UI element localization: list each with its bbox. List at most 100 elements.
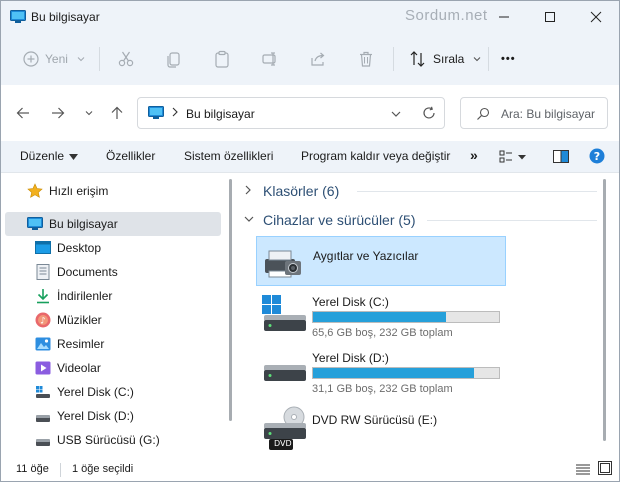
overflow-button[interactable]: » bbox=[470, 147, 478, 163]
drive-icon bbox=[262, 359, 306, 390]
status-separator bbox=[60, 463, 61, 477]
sidebar-item-label: Yerel Disk (C:) bbox=[57, 385, 134, 399]
content-scrollbar[interactable] bbox=[603, 179, 606, 441]
address-bar[interactable]: Bu bilgisayar bbox=[137, 97, 445, 129]
sort-button[interactable]: Sırala bbox=[409, 43, 482, 75]
sidebar-item-downloads[interactable]: İndirilenler bbox=[5, 284, 221, 308]
star-icon bbox=[27, 183, 43, 199]
sidebar-item-desktop[interactable]: Desktop bbox=[5, 236, 221, 260]
windows-drive-icon bbox=[35, 384, 51, 400]
more-icon: ••• bbox=[501, 53, 516, 65]
chevron-down-icon bbox=[243, 214, 257, 227]
sidebar-item-documents[interactable]: Documents bbox=[5, 260, 221, 284]
sidebar-item-quick-access[interactable]: Hızlı erişim bbox=[5, 179, 221, 203]
group-header-folders[interactable]: Klasörler (6) bbox=[243, 179, 597, 203]
sidebar-item-label: Resimler bbox=[57, 337, 105, 351]
caret-down-icon bbox=[69, 154, 79, 160]
devices-printers-icon bbox=[263, 245, 303, 284]
trash-icon bbox=[360, 51, 372, 67]
drive-usage-bar bbox=[312, 367, 500, 379]
music-icon: ♪ bbox=[35, 312, 51, 328]
cut-button[interactable] bbox=[117, 43, 135, 75]
svg-text:?: ? bbox=[594, 150, 600, 163]
sidebar-item-usb-g[interactable]: USB Sürücüsü (G:) bbox=[5, 428, 221, 452]
toolbar-separator bbox=[488, 47, 489, 71]
computer-icon bbox=[10, 10, 26, 23]
paste-button[interactable] bbox=[213, 43, 231, 75]
search-box[interactable]: Ara: Bu bilgisayar bbox=[460, 97, 608, 129]
watermark-text: Sordum.net bbox=[405, 7, 488, 24]
computer-icon bbox=[148, 106, 164, 123]
share-button[interactable] bbox=[309, 43, 327, 75]
properties-button[interactable]: Özellikler bbox=[106, 149, 155, 163]
refresh-icon bbox=[423, 106, 435, 119]
tile-drive-c[interactable]: Yerel Disk (C:) 65,6 GB boş, 232 GB topl… bbox=[256, 293, 506, 343]
usb-drive-icon bbox=[35, 432, 51, 448]
more-options-button[interactable]: ••• bbox=[501, 43, 516, 75]
item-count: 11 öğe bbox=[16, 463, 49, 475]
arrow-up-icon bbox=[111, 106, 123, 119]
back-button[interactable] bbox=[11, 101, 35, 125]
group-header-devices[interactable]: Cihazlar ve sürücüler (5) bbox=[243, 208, 597, 232]
downloads-icon bbox=[35, 288, 51, 304]
plus-circle-icon bbox=[23, 51, 39, 67]
ribbon-bar: Düzenle Özellikler Sistem özellikleri Pr… bbox=[1, 141, 619, 173]
breadcrumb[interactable]: Bu bilgisayar bbox=[186, 107, 255, 121]
pictures-icon bbox=[35, 336, 51, 352]
maximize-button[interactable] bbox=[527, 1, 573, 33]
sidebar-item-videos[interactable]: Videolar bbox=[5, 356, 221, 380]
close-icon bbox=[590, 11, 602, 23]
uninstall-program-button[interactable]: Program kaldır veya değiştir bbox=[301, 149, 450, 163]
tile-name: DVD RW Sürücüsü (E:) bbox=[312, 413, 438, 427]
help-button[interactable]: ? bbox=[589, 148, 605, 167]
copy-button[interactable] bbox=[165, 43, 183, 75]
sidebar-item-label: Desktop bbox=[57, 241, 102, 255]
group-title: Klasörler (6) bbox=[263, 183, 340, 199]
sidebar-item-music[interactable]: ♪ Müzikler bbox=[5, 308, 221, 332]
new-button[interactable]: Yeni bbox=[23, 43, 86, 75]
drive-usage-fill bbox=[313, 312, 447, 322]
sidebar-item-drive-c[interactable]: Yerel Disk (C:) bbox=[5, 380, 221, 404]
preview-pane-button[interactable] bbox=[553, 150, 569, 166]
minimize-button[interactable] bbox=[481, 1, 527, 33]
chevron-down-icon bbox=[391, 111, 401, 117]
selection-count: 1 öğe seçildi bbox=[72, 463, 134, 475]
maximize-icon bbox=[545, 12, 555, 22]
search-placeholder: Ara: Bu bilgisayar bbox=[501, 107, 596, 121]
group-divider bbox=[427, 220, 597, 221]
scissors-icon bbox=[118, 51, 134, 67]
share-icon bbox=[311, 52, 325, 66]
refresh-button[interactable] bbox=[422, 106, 436, 123]
view-options-button[interactable] bbox=[499, 150, 527, 167]
windows-drive-icon bbox=[262, 295, 306, 336]
system-properties-button[interactable]: Sistem özellikleri bbox=[184, 149, 273, 163]
navigation-bar: Bu bilgisayar Ara: Bu bilgisayar bbox=[1, 85, 619, 141]
breadcrumb-chevron-icon bbox=[171, 107, 179, 120]
address-history-button[interactable] bbox=[390, 108, 402, 122]
chevron-down-icon bbox=[85, 111, 93, 116]
rename-button[interactable] bbox=[261, 43, 279, 75]
sidebar-item-pictures[interactable]: Resimler bbox=[5, 332, 221, 356]
drive-usage-fill bbox=[313, 368, 475, 378]
forward-button[interactable] bbox=[46, 101, 70, 125]
tile-devices-printers[interactable]: Aygıtlar ve Yazıcılar bbox=[256, 236, 506, 286]
toolbar-separator bbox=[99, 47, 100, 71]
sidebar-item-label: USB Sürücüsü (G:) bbox=[57, 433, 160, 447]
large-icons-view-button[interactable] bbox=[598, 461, 612, 478]
window-title: Bu bilgisayar bbox=[31, 10, 100, 24]
up-button[interactable] bbox=[105, 101, 129, 125]
drive-free-space: 65,6 GB boş, 232 GB toplam bbox=[312, 327, 453, 339]
tile-drive-d[interactable]: Yerel Disk (D:) 31,1 GB boş, 232 GB topl… bbox=[256, 349, 506, 399]
sidebar-item-label: İndirilenler bbox=[57, 289, 113, 303]
sidebar-scrollbar[interactable] bbox=[229, 179, 232, 421]
sidebar-item-label: Bu bilgisayar bbox=[49, 217, 118, 231]
close-button[interactable] bbox=[573, 1, 619, 33]
delete-button[interactable] bbox=[357, 43, 375, 75]
sidebar-item-drive-d[interactable]: Yerel Disk (D:) bbox=[5, 404, 221, 428]
sidebar-item-this-pc[interactable]: Bu bilgisayar bbox=[5, 212, 221, 236]
recent-locations-button[interactable] bbox=[77, 101, 101, 125]
tile-dvd-drive[interactable]: DVD DVD RW Sürücüsü (E:) bbox=[256, 405, 506, 455]
details-view-button[interactable] bbox=[576, 463, 590, 478]
arrow-right-icon bbox=[52, 107, 65, 119]
organize-menu[interactable]: Düzenle bbox=[20, 149, 79, 163]
